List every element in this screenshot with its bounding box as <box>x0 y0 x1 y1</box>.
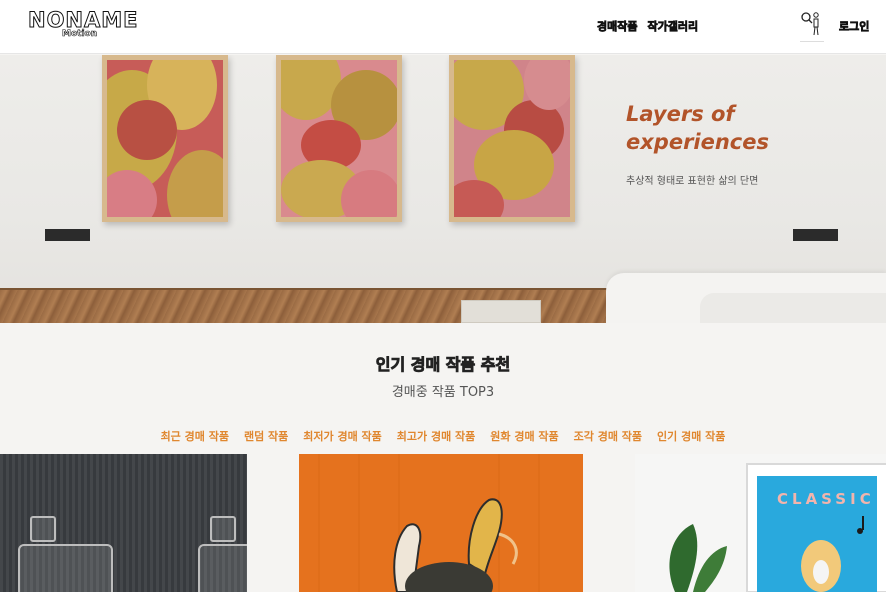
logo-sub-text: Motion <box>62 29 98 40</box>
card3-illustration <box>635 454 886 592</box>
search-icon[interactable] <box>800 11 824 39</box>
artwork-canvas-1 <box>107 60 223 217</box>
artwork-canvas-2 <box>281 60 397 217</box>
login-link[interactable]: 로그인 <box>839 18 870 34</box>
hero-title-line2: experiences <box>626 130 770 154</box>
tab-sculpture[interactable]: 조각 경매 작품 <box>574 428 642 444</box>
carousel-prev-button[interactable] <box>45 229 90 241</box>
nav-auction-works[interactable]: 경매작품 <box>597 18 638 34</box>
card2-illustration <box>299 454 583 592</box>
poster-text: CLASSIC <box>777 490 875 508</box>
artwork-frame-2 <box>276 55 402 222</box>
hero-title: Layers of experiences <box>626 100 826 156</box>
tab-lowest-price[interactable]: 최저가 경매 작품 <box>303 428 382 444</box>
hero-title-line1: Layers of <box>626 102 735 126</box>
bottle-right <box>198 544 247 592</box>
bottle-left <box>18 544 113 592</box>
sofa-cushion <box>700 293 886 323</box>
bottle-cap-left <box>30 516 56 542</box>
category-tabs: 최근 경매 작품 랜덤 작품 최저가 경매 작품 최고가 경매 작품 원화 경매… <box>0 428 886 444</box>
section-title: 인기 경매 작품 추천 <box>375 355 511 375</box>
artwork-frame-1 <box>102 55 228 222</box>
bottle-cap-right <box>210 516 236 542</box>
artwork-card-2[interactable] <box>299 454 583 592</box>
section-subtitle: 경매중 작품 TOP3 <box>391 385 495 400</box>
tab-popular[interactable]: 인기 경매 작품 <box>657 428 725 444</box>
search-underline <box>800 41 824 42</box>
tab-original[interactable]: 원화 경매 작품 <box>490 428 558 444</box>
artwork-card-3[interactable]: CLASSIC <box>635 454 886 592</box>
site-header: NONAME Motion 경매작품 작가갤러리 로그인 <box>0 0 886 54</box>
site-logo[interactable]: NONAME Motion <box>28 8 139 40</box>
hero-subtitle: 추상적 형태로 표현한 삶의 단면 <box>626 176 759 187</box>
artwork-canvas-3 <box>454 60 570 217</box>
tab-highest-price[interactable]: 최고가 경매 작품 <box>397 428 476 444</box>
main-nav: 경매작품 작가갤러리 <box>597 18 699 34</box>
side-table <box>461 300 541 323</box>
nav-artist-gallery[interactable]: 작가갤러리 <box>647 18 698 34</box>
tab-recent[interactable]: 최근 경매 작품 <box>161 428 229 444</box>
hero-banner: Layers of experiences 추상적 형태로 표현한 삶의 단면 <box>0 55 886 323</box>
tab-random[interactable]: 랜덤 작품 <box>244 428 288 444</box>
artwork-frame-3 <box>449 55 575 222</box>
artwork-card-1[interactable] <box>0 454 247 592</box>
carousel-next-button[interactable] <box>793 229 838 241</box>
